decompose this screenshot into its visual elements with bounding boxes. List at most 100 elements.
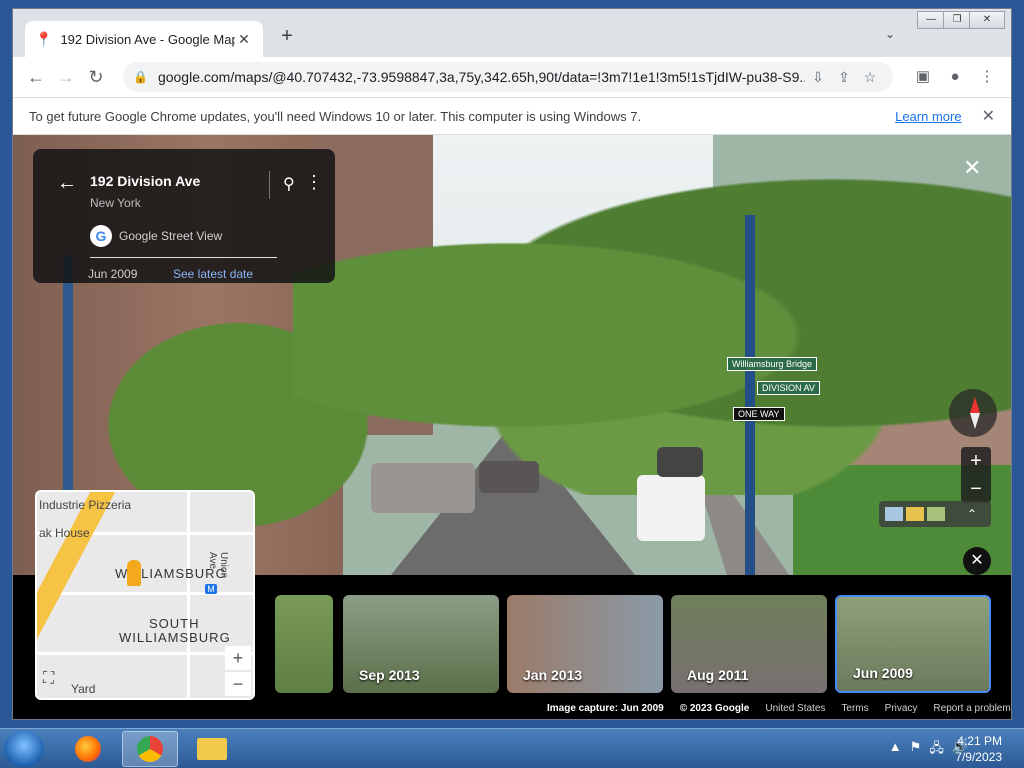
- close-window-button[interactable]: ✕: [969, 11, 1005, 29]
- map-zoom-out-button[interactable]: −: [225, 672, 251, 696]
- zoom-out-button[interactable]: −: [961, 475, 991, 503]
- map-place-label: ak House: [39, 526, 90, 540]
- street-view-panorama[interactable]: Williamsburg Bridge DIVISION AV ONE WAY …: [13, 135, 1011, 719]
- parked-car: [657, 447, 703, 477]
- timeline-thumb[interactable]: [275, 595, 333, 693]
- tab-close-icon[interactable]: ✕: [235, 31, 253, 48]
- side-panel-icon[interactable]: ▣: [907, 62, 939, 92]
- pegman-icon[interactable]: [127, 560, 141, 586]
- share-icon[interactable]: ⇪: [831, 69, 857, 86]
- thumb-image: [275, 595, 333, 693]
- divider: [269, 171, 270, 199]
- street-sign: DIVISION AV: [757, 381, 820, 395]
- capture-date: Jun 2009: [88, 267, 138, 281]
- street-pole-right: [745, 215, 755, 585]
- parked-car: [371, 463, 475, 513]
- learn-more-link[interactable]: Learn more: [895, 109, 961, 124]
- pin-icon[interactable]: ⚲: [283, 174, 295, 194]
- bookmark-star-icon[interactable]: ☆: [857, 69, 883, 86]
- update-infobar: To get future Google Chrome updates, you…: [13, 97, 1011, 135]
- browser-toolbar: ← → ↻ 🔒 google.com/maps/@40.707432,-73.9…: [13, 57, 1011, 97]
- clock[interactable]: 4:21 PM 7/9/2023: [955, 733, 1002, 765]
- fullscreen-icon[interactable]: ⛶: [43, 670, 54, 688]
- map-place-label: SOUTH: [149, 616, 200, 631]
- url-text[interactable]: google.com/maps/@40.707432,-73.9598847,3…: [158, 69, 805, 85]
- close-timeline-icon[interactable]: ✕: [963, 547, 991, 575]
- divider: [90, 257, 277, 258]
- map-road: [37, 592, 253, 595]
- parked-car: [637, 475, 705, 541]
- see-latest-date-link[interactable]: See latest date: [173, 267, 253, 281]
- street-sign: ONE WAY: [733, 407, 785, 421]
- tab-search-icon[interactable]: ⌄: [885, 27, 895, 41]
- flag-icon[interactable]: ⚑: [910, 739, 922, 761]
- mini-map[interactable]: Industrie Pizzeria ak House WILLIAMSBURG…: [35, 490, 255, 700]
- tray-expand-icon[interactable]: ▲: [889, 739, 902, 761]
- file-explorer-icon[interactable]: [184, 731, 240, 767]
- parked-car: [479, 461, 539, 493]
- profile-avatar-icon[interactable]: ●: [939, 62, 971, 92]
- city-subtitle: New York: [90, 196, 141, 210]
- image-capture-date: Image capture: Jun 2009: [547, 703, 664, 714]
- map-road: [187, 492, 190, 698]
- install-icon[interactable]: ⇩: [805, 69, 831, 86]
- windows-taskbar: ▲ ⚑ 🖧 🔊 4:21 PM 7/9/2023: [0, 728, 1024, 768]
- thumb-date: Sep 2013: [359, 667, 420, 683]
- timeline-thumb[interactable]: Jan 2013: [507, 595, 663, 693]
- privacy-link[interactable]: Privacy: [885, 703, 918, 714]
- terms-link[interactable]: Terms: [841, 703, 868, 714]
- start-button-icon[interactable]: [4, 731, 44, 767]
- new-tab-button[interactable]: +: [275, 25, 299, 49]
- street-sign: Williamsburg Bridge: [727, 357, 818, 371]
- back-arrow-icon[interactable]: ←: [57, 173, 77, 193]
- maximize-button[interactable]: ❐: [943, 11, 971, 29]
- active-tab[interactable]: 📍 192 Division Ave - Google Maps ✕: [25, 21, 263, 57]
- timeline-thumb[interactable]: Aug 2011: [671, 595, 827, 693]
- firefox-icon[interactable]: [60, 731, 116, 767]
- timeline-thumb-selected[interactable]: Jun 2009: [835, 595, 991, 693]
- compass-icon[interactable]: [949, 389, 997, 437]
- close-street-view-icon[interactable]: ✕: [963, 155, 981, 181]
- map-place-label: Industrie Pizzeria: [39, 498, 132, 512]
- copyright: © 2023 Google: [679, 703, 750, 714]
- google-logo-icon: G: [90, 225, 112, 247]
- infobar-close-icon[interactable]: ✕: [982, 106, 995, 126]
- map-place-label: WILLIAMSBURG: [119, 630, 231, 645]
- report-problem-link[interactable]: Report a problem: [933, 703, 1010, 714]
- map-place-label: Yard: [71, 682, 96, 696]
- thumb-date: Jun 2009: [853, 665, 913, 681]
- map-road: [37, 652, 253, 655]
- tab-strip: 📍 192 Division Ave - Google Maps ✕ + ⌄ —…: [13, 9, 1011, 57]
- expand-chevron-icon[interactable]: ⌃: [967, 507, 985, 521]
- clock-date: 7/9/2023: [955, 750, 1002, 764]
- address-bar[interactable]: 🔒 google.com/maps/@40.707432,-73.9598847…: [123, 62, 893, 92]
- chrome-icon[interactable]: [122, 731, 178, 767]
- minimize-button[interactable]: —: [917, 11, 945, 29]
- maps-pin-icon: 📍: [35, 30, 53, 47]
- clock-time: 4:21 PM: [957, 734, 1002, 748]
- reload-icon[interactable]: ↻: [81, 62, 111, 92]
- map-footer: Image capture: Jun 2009 © 2023 Google Un…: [547, 703, 1011, 714]
- trees-canopy: [293, 175, 1011, 495]
- timeline-thumb[interactable]: Sep 2013: [343, 595, 499, 693]
- lock-icon: 🔒: [133, 70, 148, 84]
- network-icon[interactable]: 🖧: [929, 739, 944, 761]
- browser-window: 📍 192 Division Ave - Google Maps ✕ + ⌄ —…: [12, 8, 1012, 720]
- metro-icon: M: [205, 584, 217, 594]
- layer-thumb[interactable]: [927, 507, 945, 521]
- location-info-card: ← 192 Division Ave New York ⚲ ⋮ G Google…: [33, 149, 335, 283]
- infobar-message: To get future Google Chrome updates, you…: [29, 108, 642, 124]
- source-label: Google Street View: [119, 229, 223, 243]
- menu-kebab-icon[interactable]: ⋮: [971, 62, 1003, 92]
- layer-thumb[interactable]: [906, 507, 924, 521]
- imagery-layers-control[interactable]: ⌃: [879, 501, 991, 527]
- map-highway: [37, 492, 118, 698]
- country-link[interactable]: United States: [765, 703, 825, 714]
- more-options-icon[interactable]: ⋮: [305, 173, 323, 191]
- map-zoom-in-button[interactable]: +: [225, 646, 251, 670]
- forward-arrow-icon[interactable]: →: [51, 62, 81, 92]
- layer-thumb[interactable]: [885, 507, 903, 521]
- thumb-date: Jan 2013: [523, 667, 583, 683]
- zoom-in-button[interactable]: +: [961, 447, 991, 475]
- back-arrow-icon[interactable]: ←: [21, 62, 51, 92]
